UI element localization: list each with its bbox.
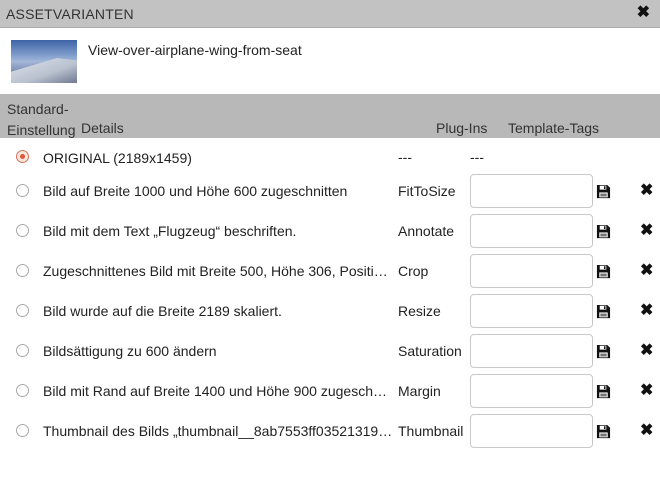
variant-row: Bild auf Breite 1000 und Höhe 600 zugesc…	[0, 171, 660, 211]
column-header-default: Standard-Einstellung	[7, 101, 76, 138]
template-tag-input[interactable]	[470, 414, 593, 448]
default-radio[interactable]	[16, 424, 29, 437]
asset-info: View-over-airplane-wing-from-seat	[0, 29, 660, 94]
floppy-disk-icon[interactable]	[596, 424, 611, 439]
variant-row: Bild mit dem Text „Flugzeug“ beschriften…	[0, 211, 660, 251]
default-radio[interactable]	[16, 344, 29, 357]
template-tag-input[interactable]	[470, 254, 593, 288]
variant-description: Bild wurde auf die Breite 2189 skaliert.	[43, 303, 282, 319]
close-icon[interactable]: ✖	[640, 423, 653, 439]
default-radio[interactable]	[16, 184, 29, 197]
variant-plugin: Margin	[398, 383, 441, 399]
variant-description: Bild auf Breite 1000 und Höhe 600 zugesc…	[43, 183, 348, 199]
close-icon[interactable]: ✖	[640, 383, 653, 399]
variant-description: Thumbnail des Bilds „thumbnail__8ab7553f…	[43, 423, 393, 439]
asset-name: View-over-airplane-wing-from-seat	[88, 42, 302, 58]
close-icon[interactable]: ✖	[640, 343, 653, 359]
variant-row: Thumbnail des Bilds „thumbnail__8ab7553f…	[0, 411, 660, 451]
variant-description: Bild mit dem Text „Flugzeug“ beschriften…	[43, 223, 297, 239]
variant-plugin: Resize	[398, 303, 441, 319]
floppy-disk-icon[interactable]	[596, 344, 611, 359]
variant-description: ORIGINAL (2189x1459)	[43, 150, 192, 166]
default-radio-original[interactable]	[16, 150, 29, 163]
variant-row: Bildsättigung zu 600 ändern Saturation ✖	[0, 331, 660, 371]
template-tag-input[interactable]	[470, 374, 593, 408]
column-header-plugins: Plug-Ins	[436, 120, 488, 136]
floppy-disk-icon[interactable]	[596, 264, 611, 279]
close-icon[interactable]: ✖	[640, 183, 653, 199]
variant-plugin: Saturation	[398, 343, 462, 359]
dialog-title: ASSETVARIANTEN	[6, 6, 134, 22]
template-tag-input[interactable]	[470, 334, 593, 368]
variant-description: Bild mit Rand auf Breite 1400 und Höhe 9…	[43, 383, 393, 399]
variant-plugin: FitToSize	[398, 183, 456, 199]
close-icon[interactable]: ✖	[637, 4, 650, 22]
close-icon[interactable]: ✖	[640, 263, 653, 279]
variant-row: Bild mit Rand auf Breite 1400 und Höhe 9…	[0, 371, 660, 411]
column-header-tags: Template-Tags	[508, 120, 600, 136]
variant-tag: ---	[470, 149, 484, 165]
variant-plugin: Crop	[398, 263, 429, 279]
variant-plugin: Thumbnail	[398, 423, 464, 439]
variant-row: Bild wurde auf die Breite 2189 skaliert.…	[0, 291, 660, 331]
floppy-disk-icon[interactable]	[596, 384, 611, 399]
variant-description: Bildsättigung zu 600 ändern	[43, 343, 217, 359]
floppy-disk-icon[interactable]	[596, 184, 611, 199]
close-icon[interactable]: ✖	[640, 223, 653, 239]
asset-thumbnail	[11, 40, 77, 83]
default-radio[interactable]	[16, 384, 29, 397]
variant-plugin: ---	[398, 149, 412, 165]
variant-description: Zugeschnittenes Bild mit Breite 500, Höh…	[43, 263, 393, 279]
table-header: Standard-Einstellung Details Plug-Ins Te…	[0, 94, 660, 138]
dialog-titlebar: ASSETVARIANTEN ✖	[0, 0, 660, 28]
variant-plugin: Annotate	[398, 223, 455, 239]
template-tag-input[interactable]	[470, 294, 593, 328]
default-radio[interactable]	[16, 264, 29, 277]
close-icon[interactable]: ✖	[640, 303, 653, 319]
floppy-disk-icon[interactable]	[596, 304, 611, 319]
default-radio[interactable]	[16, 304, 29, 317]
variant-row: Zugeschnittenes Bild mit Breite 500, Höh…	[0, 251, 660, 291]
column-header-details: Details	[81, 120, 124, 136]
template-tag-input[interactable]	[470, 214, 593, 248]
default-radio[interactable]	[16, 224, 29, 237]
floppy-disk-icon[interactable]	[596, 224, 611, 239]
template-tag-input[interactable]	[470, 174, 593, 208]
